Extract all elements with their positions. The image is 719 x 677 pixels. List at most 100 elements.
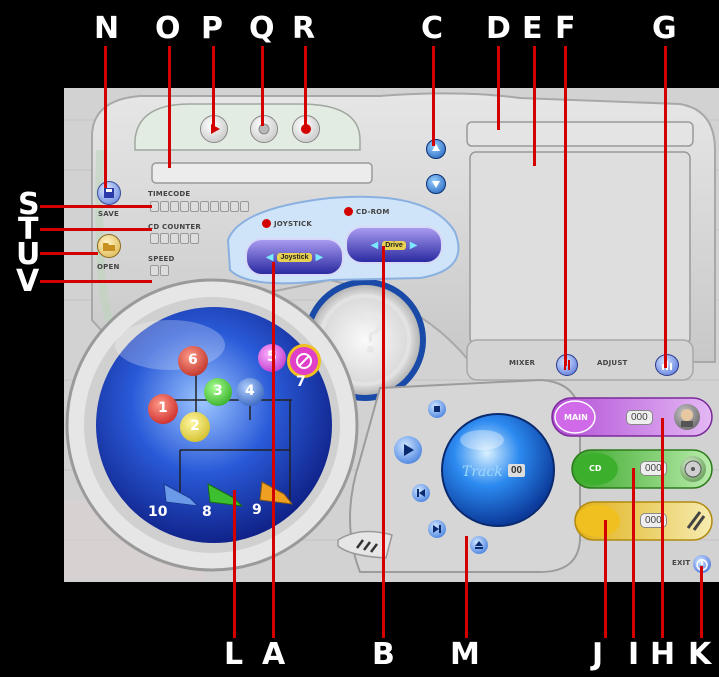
left-arrow-icon: ◀ xyxy=(370,239,379,251)
callout-M: M xyxy=(450,637,480,672)
leader-A xyxy=(272,262,275,638)
puck-9-icon[interactable] xyxy=(256,478,296,508)
left-arrow-icon: ◀ xyxy=(265,251,274,263)
play-transport-button[interactable] xyxy=(394,436,422,464)
ball-7[interactable] xyxy=(287,344,321,378)
pause-button[interactable] xyxy=(250,115,278,143)
joystick-value: Joystick xyxy=(277,252,312,262)
scroll-up-button[interactable] xyxy=(426,139,446,159)
timecode-label: TIMECODE xyxy=(148,190,191,198)
cdrom-selector[interactable]: ◀ Drive ▶ xyxy=(345,226,443,264)
speed-display xyxy=(150,265,169,276)
open-label: OPEN xyxy=(97,263,120,271)
callout-J: J xyxy=(592,637,604,672)
callout-N: N xyxy=(94,11,120,46)
callout-G: G xyxy=(652,11,677,46)
leader-V xyxy=(40,280,152,283)
track-number: 00 xyxy=(508,464,526,477)
puck-9-number: 9 xyxy=(252,502,262,518)
cdrom-value: Drive xyxy=(382,240,406,250)
floppy-icon xyxy=(104,188,114,198)
no-entry-icon xyxy=(296,353,312,369)
puck-8-number: 8 xyxy=(202,504,212,520)
main-pill-label: MAIN xyxy=(564,413,588,422)
speed-label: SPEED xyxy=(148,255,175,263)
equalizer-icon xyxy=(662,361,672,370)
cd-counter-display xyxy=(150,233,199,244)
joystick-indicator-icon xyxy=(262,219,271,228)
callout-Q: Q xyxy=(249,11,275,46)
exit-label: EXIT xyxy=(672,559,691,567)
mixer-icon xyxy=(564,360,570,370)
callout-P: P xyxy=(201,11,223,46)
callout-A: A xyxy=(262,637,286,672)
arrow-up-icon xyxy=(432,144,440,151)
callout-O: O xyxy=(155,11,181,46)
stop-transport-button[interactable] xyxy=(428,400,446,418)
leader-M xyxy=(465,536,468,638)
callout-C: C xyxy=(421,11,444,46)
previous-button[interactable] xyxy=(412,484,430,502)
adjust-button[interactable] xyxy=(655,354,679,376)
joystick-selector[interactable]: ◀ Joystick ▶ xyxy=(245,238,344,276)
timecode-display xyxy=(150,201,249,212)
ball-3[interactable]: 3 xyxy=(204,378,232,406)
main-character-button[interactable] xyxy=(674,404,700,430)
folder-icon xyxy=(103,243,115,251)
puck-10-number: 10 xyxy=(148,504,168,520)
leader-U xyxy=(40,252,98,255)
joystick-label: JOYSTICK xyxy=(274,220,312,228)
cdrom-label: CD-ROM xyxy=(356,208,390,216)
callout-K: K xyxy=(688,637,712,672)
eject-icon xyxy=(475,541,483,549)
play-icon xyxy=(404,444,414,456)
eject-button[interactable] xyxy=(470,536,488,554)
leader-L xyxy=(233,490,236,638)
open-button[interactable] xyxy=(97,234,121,258)
leader-F xyxy=(564,46,567,366)
ball-1[interactable]: 1 xyxy=(148,394,178,424)
leader-O xyxy=(168,46,171,168)
character-icon xyxy=(681,409,693,427)
dot-icon xyxy=(258,123,270,135)
leader-I xyxy=(632,468,635,638)
leader-K xyxy=(700,566,703,638)
tools-icon[interactable] xyxy=(682,508,708,534)
leader-H xyxy=(661,418,664,638)
adjust-label: ADJUST xyxy=(597,359,628,367)
mixer-button[interactable] xyxy=(556,354,578,376)
ball-6[interactable]: 6 xyxy=(178,346,208,376)
callout-H: H xyxy=(650,637,676,672)
right-arrow-icon: ▶ xyxy=(409,239,418,251)
leader-G xyxy=(664,46,667,368)
cd-pill-label: CD xyxy=(589,464,602,473)
cd-disc-button[interactable] xyxy=(680,456,706,482)
leader-J xyxy=(604,520,607,638)
leader-P xyxy=(212,46,215,126)
device-artwork: ? xyxy=(64,88,719,582)
callout-L: L xyxy=(224,637,244,672)
leader-D xyxy=(497,46,500,130)
callout-I: I xyxy=(628,637,640,672)
ball-2[interactable]: 2 xyxy=(180,412,210,442)
main-digits: 000 xyxy=(626,410,653,425)
callout-R: R xyxy=(292,11,316,46)
arrow-down-icon xyxy=(432,181,440,188)
ball-4[interactable]: 4 xyxy=(236,378,264,406)
leader-Q xyxy=(261,46,264,126)
skip-back-icon xyxy=(417,489,425,497)
scroll-down-button[interactable] xyxy=(426,174,446,194)
leader-B xyxy=(382,246,385,638)
save-button[interactable] xyxy=(97,181,121,205)
leader-N xyxy=(104,46,107,188)
callout-F: F xyxy=(555,11,576,46)
skip-forward-icon xyxy=(433,525,441,533)
mixer-label: MIXER xyxy=(509,359,536,367)
leader-C xyxy=(432,46,435,146)
right-arrow-icon: ▶ xyxy=(315,251,324,263)
save-label: SAVE xyxy=(98,210,119,218)
stop-icon xyxy=(434,406,440,412)
next-button[interactable] xyxy=(428,520,446,538)
disc-icon xyxy=(684,460,702,478)
callout-B: B xyxy=(372,637,395,672)
